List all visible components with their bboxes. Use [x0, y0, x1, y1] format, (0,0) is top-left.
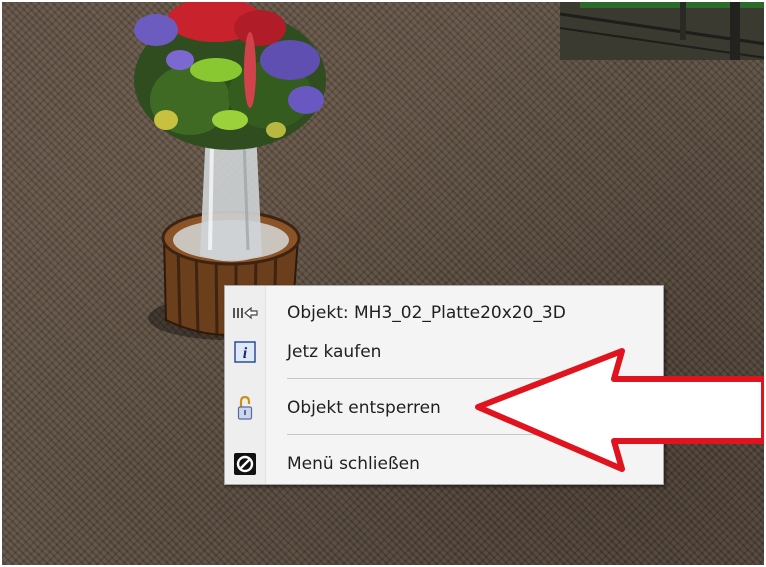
game-viewport[interactable]: Objekt: MH3_02_Platte20x20_3D i Jetz kau… — [0, 0, 766, 567]
fence-background — [560, 0, 766, 60]
menu-item-label: Jetz kaufen — [287, 342, 382, 362]
svg-text:i: i — [243, 345, 248, 362]
padlock-icon — [225, 393, 265, 423]
arrow-right-icon — [225, 298, 265, 328]
menu-item-label: Menü schließen — [287, 454, 420, 474]
menu-item-label: Objekt: MH3_02_Platte20x20_3D — [287, 303, 566, 323]
red-annotation-arrow — [475, 348, 766, 472]
no-symbol-icon — [225, 449, 265, 479]
menu-item-object-name[interactable]: Objekt: MH3_02_Platte20x20_3D — [225, 298, 663, 328]
menu-item-label: Objekt entsperren — [287, 398, 441, 418]
info-icon: i — [225, 337, 265, 367]
